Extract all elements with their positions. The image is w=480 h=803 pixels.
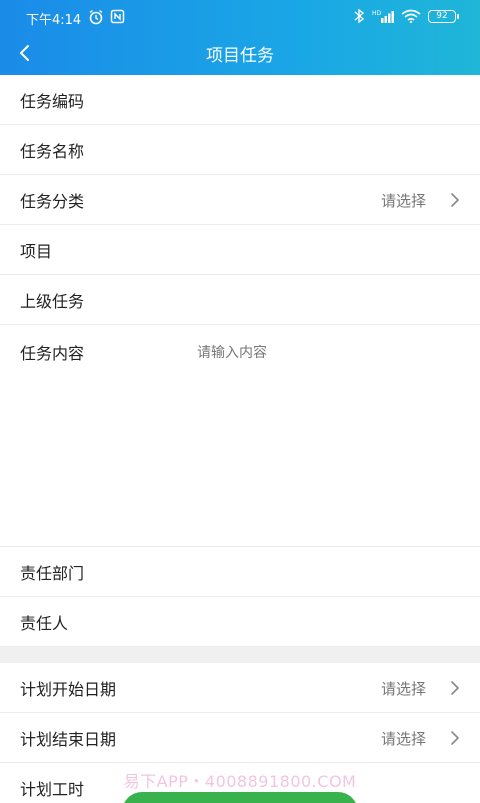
responsible-person-field[interactable]: 责任人 <box>0 597 480 647</box>
field-label: 任务名称 <box>20 141 85 161</box>
wifi-icon <box>401 9 421 23</box>
status-bar: 下午4:14 HD 92 <box>0 0 480 34</box>
bluetooth-icon <box>354 8 365 24</box>
task-name-field[interactable]: 任务名称 <box>0 125 480 175</box>
field-label: 任务内容 <box>20 344 85 363</box>
field-label: 任务编码 <box>20 91 85 111</box>
select-value: 请选择 <box>380 730 426 748</box>
department-field[interactable]: 责任部门 <box>0 547 480 597</box>
chevron-right-icon <box>451 681 459 695</box>
watermark: 易下APP・4008891800.COM <box>123 772 357 791</box>
task-form: 任务编码 任务名称 任务分类 请选择 项目 上级任务 任务内容 请输入内容 责任… <box>0 75 480 803</box>
task-content-textarea[interactable]: 任务内容 请输入内容 <box>0 325 480 547</box>
plan-start-date-select[interactable]: 计划开始日期 请选择 <box>0 663 480 713</box>
field-label: 责任部门 <box>20 563 85 583</box>
section-divider <box>0 647 480 663</box>
select-value: 请选择 <box>380 192 426 210</box>
chevron-right-icon <box>451 731 459 745</box>
field-label: 计划结束日期 <box>20 729 117 749</box>
field-label: 任务分类 <box>20 191 85 211</box>
field-label: 上级任务 <box>20 291 85 311</box>
plan-end-date-select[interactable]: 计划结束日期 请选择 <box>0 713 480 763</box>
svg-text:HD: HD <box>372 10 382 17</box>
field-label: 计划开始日期 <box>20 679 117 699</box>
field-label: 项目 <box>20 241 53 261</box>
page-title: 项目任务 <box>206 46 274 66</box>
submit-button[interactable] <box>122 792 358 803</box>
nav-bar: 项目任务 <box>0 34 480 75</box>
select-value: 请选择 <box>380 680 426 698</box>
battery-indicator: 92 <box>428 9 459 23</box>
alarm-icon <box>89 9 103 25</box>
nfc-icon <box>110 9 125 24</box>
task-code-field[interactable]: 任务编码 <box>0 75 480 125</box>
app-header: 下午4:14 HD 92 项目任务 <box>0 0 480 75</box>
parent-task-field[interactable]: 上级任务 <box>0 275 480 325</box>
project-field[interactable]: 项目 <box>0 225 480 275</box>
textarea-placeholder: 请输入内容 <box>197 345 267 361</box>
field-label: 责任人 <box>20 613 69 633</box>
signal-icon: HD <box>372 10 394 23</box>
chevron-right-icon <box>451 193 459 207</box>
task-category-select[interactable]: 任务分类 请选择 <box>0 175 480 225</box>
status-time: 下午4:14 <box>26 13 82 28</box>
